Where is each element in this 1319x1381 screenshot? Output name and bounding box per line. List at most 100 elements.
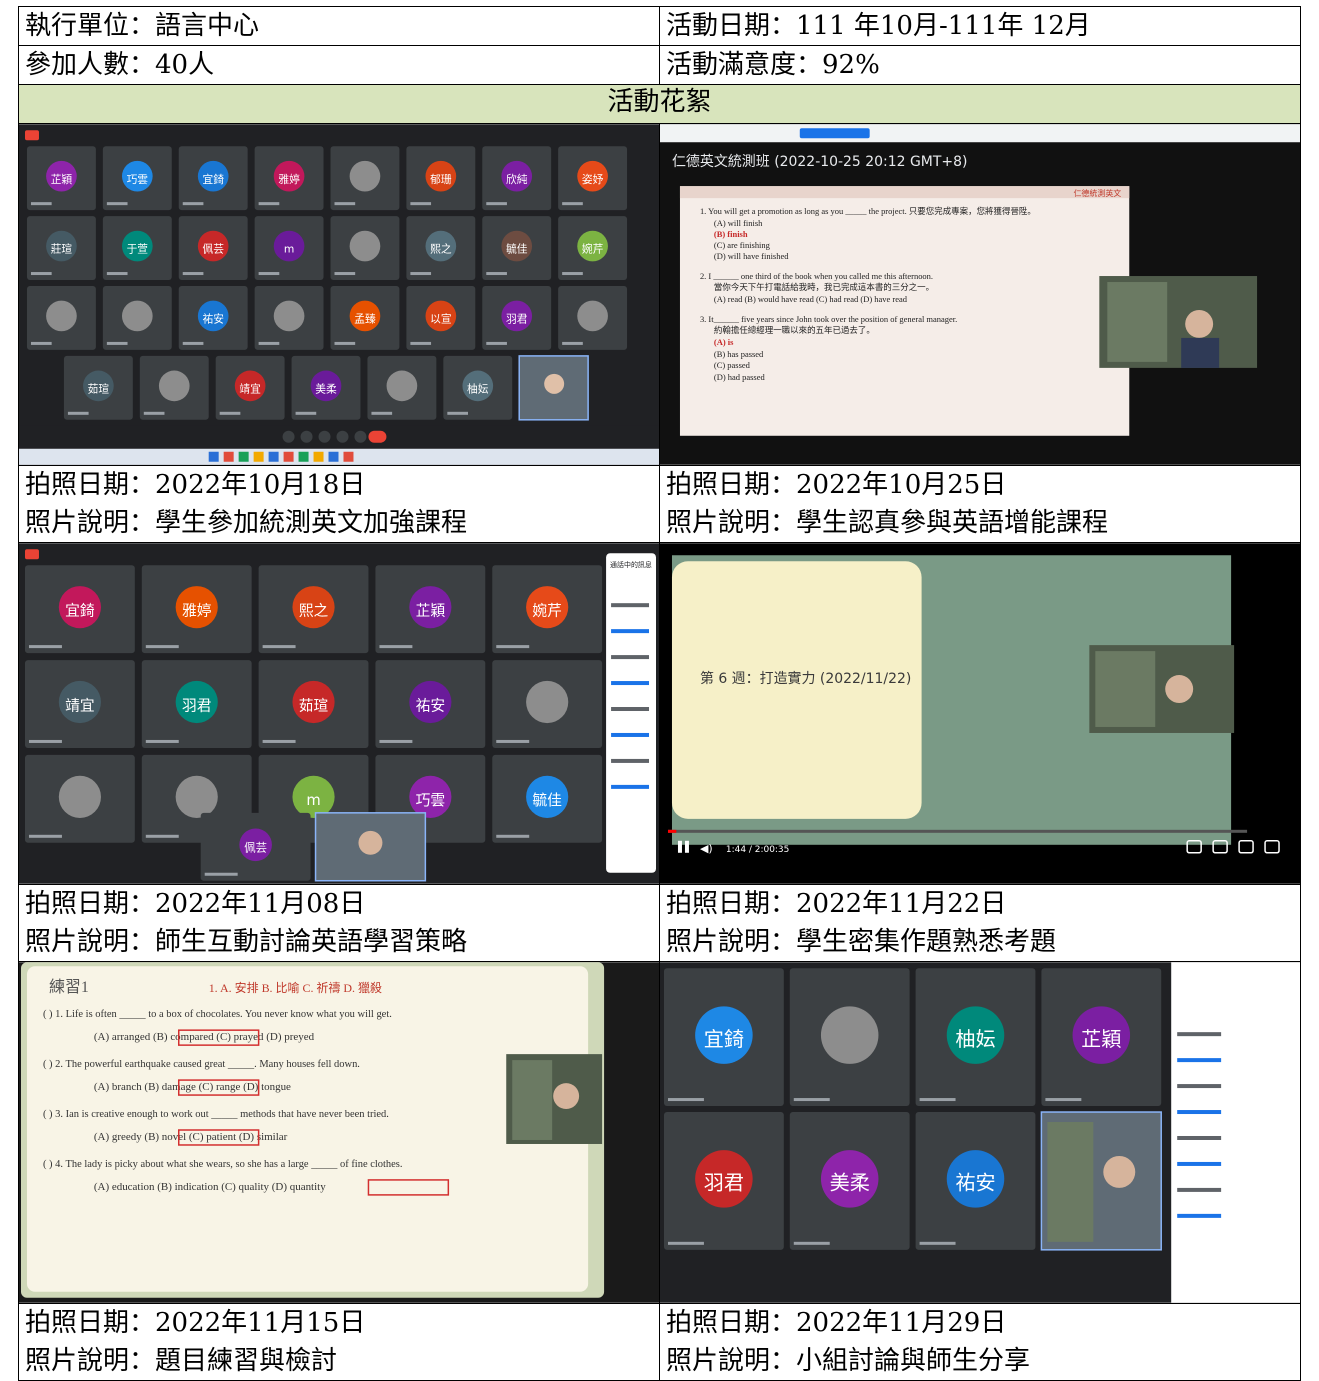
photo-caption-4: 照片說明：學生密集作題熟悉考題	[666, 927, 1057, 957]
time-readout: 1:44 / 2:00:35	[726, 845, 789, 855]
participant-name: 芷穎	[416, 602, 446, 619]
windows-taskbar	[19, 448, 659, 465]
exercise-screenshot: 練習1 1. A. 安排 B. 比喻 C. 祈禱 D. 獵殺 ( ) 1. Life…	[19, 962, 659, 1303]
participant-name: 婉芹	[582, 243, 604, 256]
photo-meta-4: 拍照日期：2022年11月22日 照片說明：學生密集作題熟悉考題	[659, 884, 1301, 962]
taskbar-app-icon	[208, 451, 219, 462]
meet-screenshot-1: 芷穎 巧雲 宜錡 雅婷 郁珊 欣純 姿妤莊瑄 于萱 佩芸 m 熙之 毓佳 婉芹祐安 孟臻 以宣 羽君茹瑄 靖宜 美…	[19, 124, 659, 465]
answer-key: 1. A. 安排 B. 比喻 C. 祈禱 D. 獵殺	[209, 980, 382, 995]
participant-caption	[262, 739, 296, 743]
participant-tile: 熙之	[258, 565, 369, 654]
quiz-line: (A) is	[714, 337, 734, 347]
participant-tile	[789, 968, 910, 1107]
teacher-face	[1103, 1155, 1136, 1188]
participant-name: 郁珊	[430, 173, 452, 186]
participant-tile: 以宣	[406, 286, 476, 350]
participant-tile: 宜錡	[24, 565, 135, 654]
participant-tile: 靖宜	[215, 355, 285, 420]
participant-caption	[334, 272, 356, 276]
participant-caption	[919, 1098, 956, 1102]
photo-meta-1: 拍照日期：2022年10月18日 照片說明：學生參加統測英文加強課程	[18, 465, 660, 543]
participant-tile: 美柔	[789, 1112, 910, 1250]
participant-avatar	[58, 775, 101, 818]
participant-caption	[334, 202, 356, 206]
participant-caption	[106, 272, 128, 276]
participant-name: 宜錡	[65, 602, 95, 619]
participant-name: 芷穎	[1081, 1027, 1121, 1051]
participant-avatar	[386, 370, 418, 402]
chat-message-line	[1177, 1135, 1222, 1140]
participant-caption	[219, 411, 241, 415]
exercise-line: ( ) 3. Ian is creative enough to work ou…	[43, 1109, 389, 1120]
participant-caption	[562, 272, 583, 276]
participant-avatar	[349, 160, 381, 192]
participant-tile: 孟臻	[330, 286, 400, 350]
slide-header-band	[679, 186, 1130, 199]
participant-tile: 欣純	[482, 146, 552, 211]
taskbar-app-icon	[238, 451, 249, 462]
participant-name: 柚妘	[467, 382, 489, 395]
unit-text: 執行單位：語言中心	[25, 11, 260, 41]
participant-caption	[30, 202, 52, 206]
participant-caption	[30, 341, 52, 345]
participant-name: 茹瑄	[88, 382, 110, 395]
exercise-line: (A) education (B) indication (C) quality…	[94, 1181, 326, 1193]
participant-tile	[330, 216, 400, 281]
record-indicator	[24, 549, 39, 560]
chat-message-line	[1177, 1110, 1222, 1115]
participant-name: 靖宜	[65, 697, 95, 714]
participant-tile: 芷穎	[375, 565, 486, 654]
participant-tile: 宜錡	[663, 968, 784, 1107]
participant-avatar	[175, 775, 218, 818]
participant-name: 以宣	[430, 313, 452, 326]
participant-tile: 美柔	[291, 355, 361, 420]
participant-tile	[26, 286, 96, 350]
quiz-line: 當你今天下午打電話給我時，我已完成這本書的三分之一。	[714, 282, 934, 292]
participant-name: 雅婷	[278, 173, 300, 186]
teacher-face	[553, 1083, 580, 1110]
participant-name: 祐安	[202, 313, 223, 326]
participant-tile: 郁珊	[406, 146, 476, 211]
bookshelf	[1107, 282, 1168, 362]
teacher-face	[1165, 675, 1194, 704]
quiz-line: 2. I ______ one third of the book when y…	[700, 271, 933, 281]
participant-name: 熙之	[430, 243, 452, 256]
participant-name: m	[284, 243, 294, 256]
photo-date-5: 拍照日期：2022年11月15日	[25, 1308, 366, 1338]
participant-name: 羽君	[704, 1171, 744, 1195]
participant-caption	[262, 645, 296, 649]
chat-message-line	[1177, 1161, 1222, 1166]
participant-name: 佩芸	[202, 243, 224, 256]
date-range-text: 活動日期：111 年10月-111年 12月	[666, 11, 1091, 41]
participant-caption	[258, 202, 280, 206]
participant-tile	[492, 660, 603, 748]
participant-caption	[410, 341, 432, 345]
participant-caption	[182, 272, 204, 276]
quiz-line: 1. You will get a promotion as long as y…	[700, 206, 1036, 216]
participant-tile: 芷穎	[1041, 968, 1162, 1107]
photo-caption-6: 照片說明：小組討論與師生分享	[666, 1346, 1031, 1376]
participant-caption	[30, 272, 52, 276]
self-view-person	[544, 373, 565, 394]
photo-video-player: 第 6 週：打造實力 (2022/11/22) ◀) 1:44 / 2:00:35	[660, 543, 1300, 884]
date-range-cell: 活動日期：111 年10月-111年 12月	[659, 6, 1301, 46]
participant-name: 孟臻	[354, 313, 376, 326]
participant-tile: 雅婷	[254, 146, 324, 211]
quiz-screenshot: 仁德英文統測班 (2022-10-25 20:12 GMT+8) 仁德統測英文 1.…	[660, 124, 1300, 465]
record-indicator	[24, 130, 39, 141]
participant-name: 芷穎	[51, 173, 73, 186]
control-button	[336, 430, 349, 443]
participant-name: 祐安	[416, 697, 445, 714]
participant-name: m	[306, 792, 320, 809]
quiz-line: (B) has passed	[714, 349, 764, 359]
participant-caption	[28, 834, 62, 838]
photo-caption-1: 照片說明：學生參加統測英文加強課程	[25, 508, 468, 538]
participant-name: 茹瑄	[299, 697, 329, 714]
photo-meet-grid-2: 宜錡 雅婷 熙之 芷穎 婉芹 靖宜 羽君 茹瑄 祐安 m 巧雲 毓佳 佩芸 通話中的訊息	[19, 543, 659, 884]
participant-avatar	[349, 230, 381, 262]
participant-caption	[106, 202, 128, 206]
exercise-title: 練習1	[49, 978, 89, 996]
chat-message-line	[611, 758, 650, 763]
photo-date-6: 拍照日期：2022年11月29日	[666, 1308, 1007, 1338]
participant-tile: 柚妘	[443, 355, 513, 420]
